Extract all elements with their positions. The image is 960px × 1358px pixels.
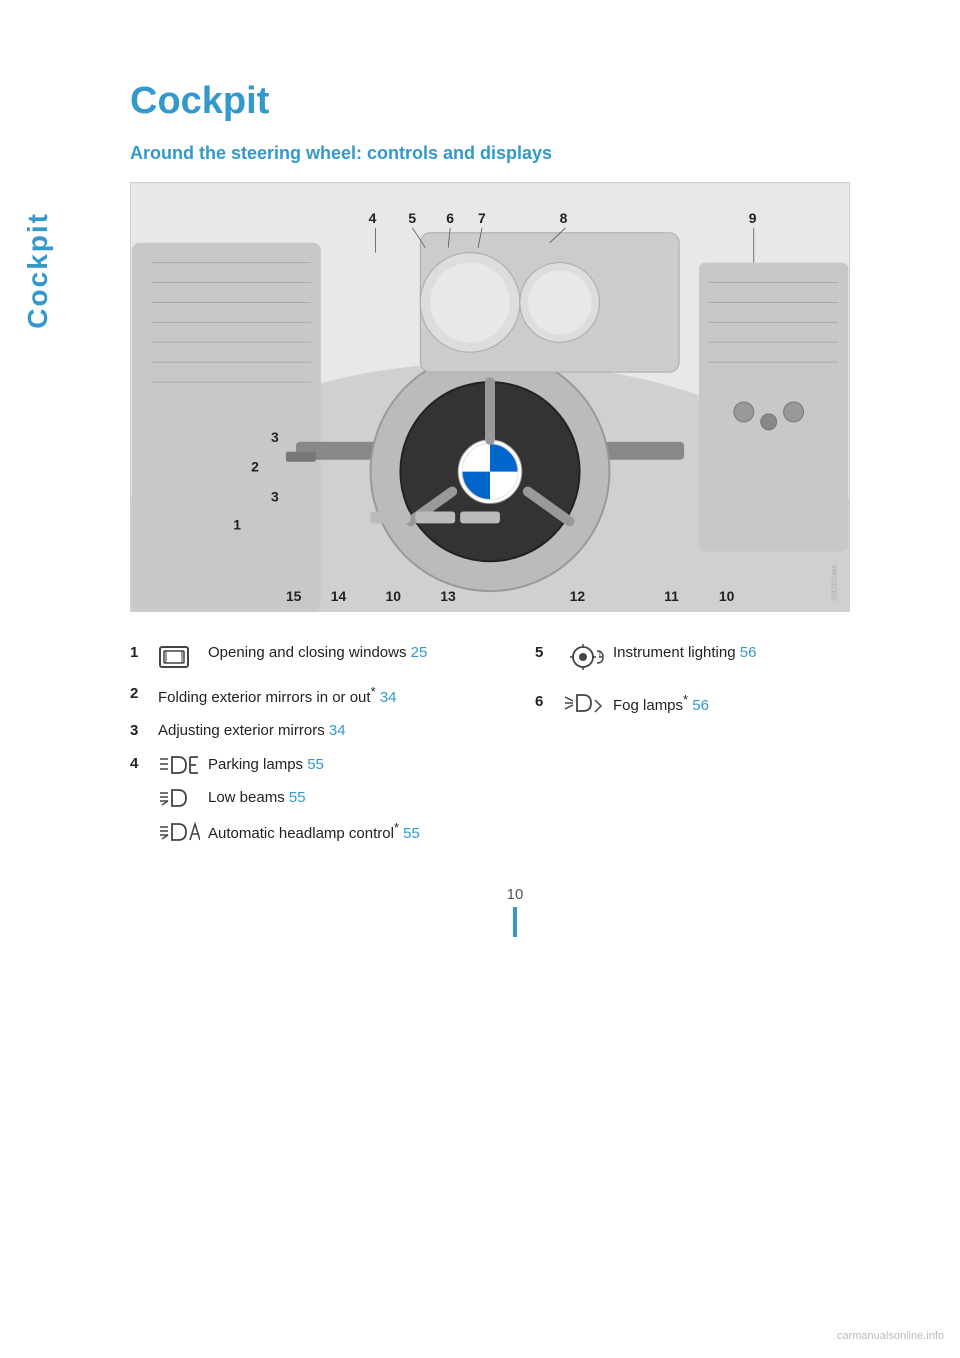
low-beam-icon — [158, 787, 200, 809]
svg-text:3: 3 — [271, 429, 279, 445]
item-5-number: 5 — [535, 644, 557, 661]
item-4-number: 4 — [130, 755, 152, 772]
page-number: 10 — [130, 886, 900, 937]
items-left-column: 1 Opening and closing windows 25 2 — [130, 642, 495, 856]
item-4c-text: Automatic headlamp control* 55 — [208, 819, 420, 844]
item-5-text: Instrument lighting 56 — [613, 642, 900, 663]
svg-text:3: 3 — [271, 489, 279, 505]
sidebar-label: Cockpit — [18, 160, 58, 380]
fog-icon — [563, 692, 605, 714]
svg-text:11: 11 — [664, 588, 679, 604]
item-4b-text: Low beams 55 — [208, 787, 420, 808]
svg-text:10: 10 — [385, 588, 401, 604]
svg-text:S0C0024en: S0C0024en — [831, 564, 838, 601]
item-6: 6 Fog lamps* 56 — [535, 691, 900, 716]
main-content: Cockpit Around the steering wheel: contr… — [70, 0, 960, 997]
item-6-number: 6 — [535, 693, 557, 710]
svg-text:j: j — [598, 649, 601, 658]
page-title: Cockpit — [130, 80, 900, 123]
item-2: 2 Folding exterior mirrors in or out* 34 — [130, 683, 495, 708]
item-4: 4 — [130, 753, 495, 844]
item-5: 5 j — [535, 642, 900, 671]
items-list: 1 Opening and closing windows 25 2 — [130, 642, 900, 856]
item-2-number: 2 — [130, 685, 152, 702]
item-1-text: Opening and closing windows 25 — [208, 642, 495, 663]
item-2-text: Folding exterior mirrors in or out* 34 — [158, 683, 495, 708]
svg-text:10: 10 — [719, 588, 735, 604]
item-1-number: 1 — [130, 644, 152, 661]
parking-icon — [158, 754, 200, 776]
cockpit-diagram: 4 5 6 7 8 9 15 14 10 13 12 11 10 2 3 3 1 — [130, 182, 850, 612]
section-subtitle: Around the steering wheel: controls and … — [130, 143, 900, 164]
svg-text:9: 9 — [749, 210, 757, 226]
svg-text:6: 6 — [446, 210, 454, 226]
auto-headlamp-icon — [158, 821, 200, 843]
item-4a-text: Parking lamps 55 — [208, 754, 420, 775]
window-icon — [158, 643, 200, 671]
item-3-number: 3 — [130, 722, 152, 739]
svg-text:1: 1 — [233, 516, 241, 532]
svg-text:12: 12 — [570, 588, 586, 604]
svg-text:7: 7 — [478, 210, 486, 226]
items-right-column: 5 j — [535, 642, 900, 856]
svg-text:8: 8 — [560, 210, 568, 226]
svg-text:15: 15 — [286, 588, 302, 604]
item-3-text: Adjusting exterior mirrors 34 — [158, 720, 495, 741]
item-1: 1 Opening and closing windows 25 — [130, 642, 495, 671]
item-6-text: Fog lamps* 56 — [613, 691, 900, 716]
svg-text:14: 14 — [331, 588, 347, 604]
website-watermark: carmanualsonline.info — [837, 1330, 944, 1342]
instrument-icon: j — [563, 643, 605, 671]
svg-text:4: 4 — [369, 210, 377, 226]
svg-text:13: 13 — [440, 588, 456, 604]
svg-text:5: 5 — [408, 210, 416, 226]
svg-text:2: 2 — [251, 459, 259, 475]
item-3: 3 Adjusting exterior mirrors 34 — [130, 720, 495, 741]
